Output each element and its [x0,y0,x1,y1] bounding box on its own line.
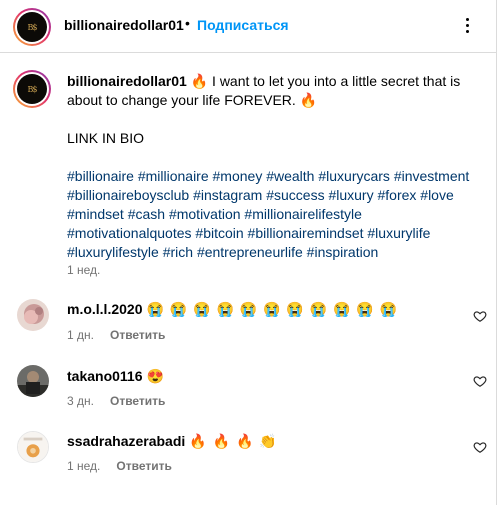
commenter-username[interactable]: m.o.l.l.2020 [67,301,142,317]
more-options-icon[interactable] [455,13,479,37]
subscribe-button[interactable]: Подписаться [197,17,289,33]
comment-text: 😍 [146,368,165,384]
comment-row: ssadrahazerabadi 🔥 🔥 🔥 👏 [67,433,278,450]
comment-timestamp[interactable]: 3 дн. [67,394,94,408]
author-username[interactable]: billionairedollar01 [64,17,184,33]
post-header: B$ billionairedollar01 • Подписаться [0,0,496,53]
commenter-username[interactable]: ssadrahazerabadi [67,433,185,449]
post-panel: B$ billionairedollar01 • Подписаться B$ … [0,0,497,505]
reply-button[interactable]: Ответить [110,328,165,342]
like-heart-icon[interactable] [473,309,487,323]
commenter-username[interactable]: takano0116 [67,368,143,384]
like-heart-icon[interactable] [473,374,487,388]
commenter-avatar[interactable] [17,431,49,463]
comment-meta: 1 дн. Ответить [67,328,165,342]
author-avatar[interactable]: B$ [13,8,51,46]
like-heart-icon[interactable] [473,440,487,454]
separator-dot: • [185,15,190,31]
post-caption: billionairedollar01 🔥 I want to let you … [67,72,482,262]
commenter-avatar[interactable] [17,299,49,331]
reply-button[interactable]: Ответить [110,394,165,408]
comment-timestamp[interactable]: 1 дн. [67,328,94,342]
caption-hashtags[interactable]: #billionaire #millionaire #money #wealth… [67,167,482,262]
brand-logo: B$ [27,84,38,94]
comment-meta: 1 нед. Ответить [67,459,172,473]
brand-logo: B$ [27,22,38,32]
comment-row: m.o.l.l.2020 😭 😭 😭 😭 😭 😭 😭 😭 😭 😭 😭 [67,301,398,318]
caption-avatar[interactable]: B$ [13,70,51,108]
comment-meta: 3 дн. Ответить [67,394,165,408]
comment-timestamp[interactable]: 1 нед. [67,459,100,473]
comment-text: 🔥 🔥 🔥 👏 [189,433,278,449]
caption-timestamp[interactable]: 1 нед. [67,263,100,277]
comment-text: 😭 😭 😭 😭 😭 😭 😭 😭 😭 😭 😭 [146,301,399,317]
commenter-avatar[interactable] [17,365,49,397]
link-in-bio-text: LINK IN BIO [67,130,145,146]
comment-row: takano0116 😍 [67,368,165,385]
caption-username[interactable]: billionairedollar01 [67,73,187,89]
reply-button[interactable]: Ответить [116,459,171,473]
